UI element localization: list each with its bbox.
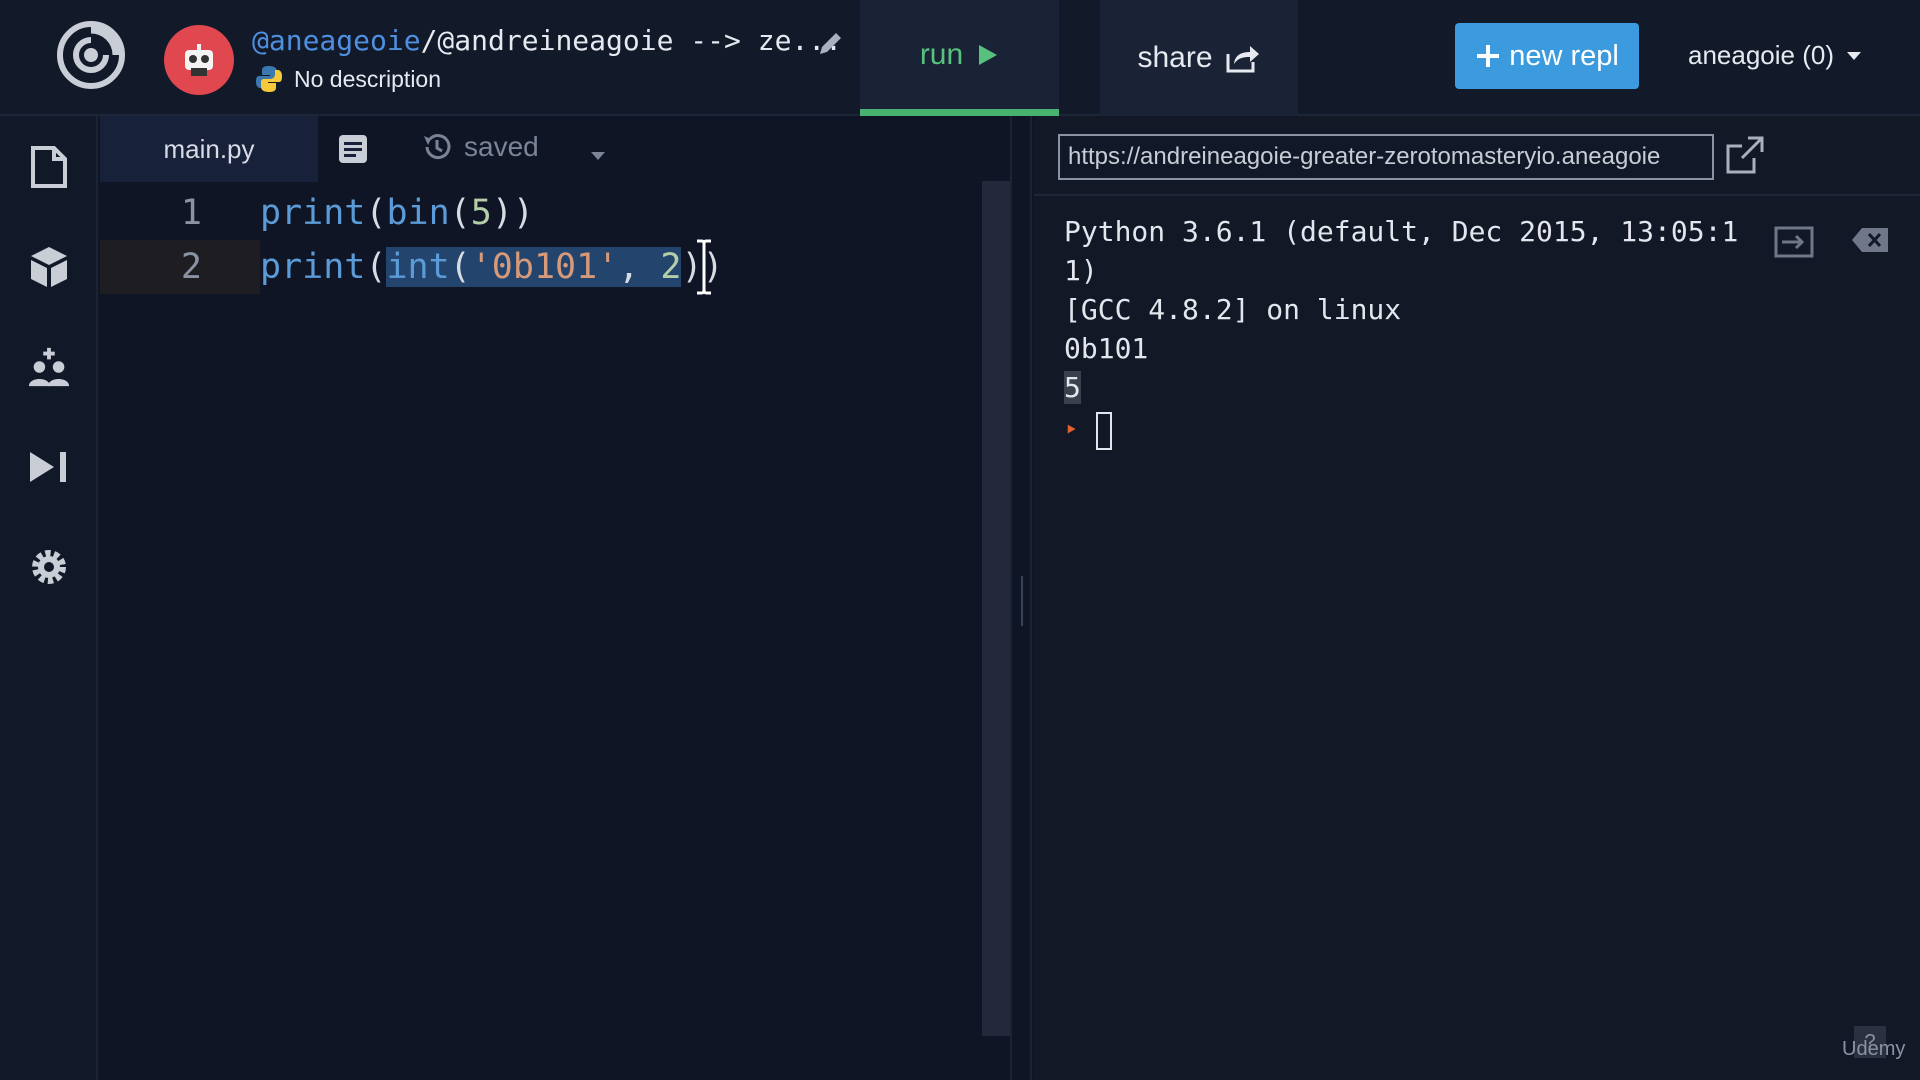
pane-divider[interactable] <box>1010 116 1032 1080</box>
console-line: 1) <box>1064 254 1098 287</box>
user-label: aneagoie (0) <box>1688 40 1834 70</box>
save-status: saved <box>420 130 539 164</box>
description[interactable]: No description <box>254 64 441 94</box>
console-line: 0b101 <box>1064 332 1149 365</box>
avatar[interactable] <box>164 25 234 95</box>
divider-handle[interactable] <box>1021 576 1023 626</box>
python-icon <box>256 66 282 92</box>
history-icon <box>424 134 451 160</box>
clear-console-icon[interactable] <box>1850 226 1890 263</box>
console-separator <box>1034 194 1920 196</box>
console-line: 5 <box>1064 371 1081 404</box>
input-cursor[interactable] <box>1096 411 1113 450</box>
run-label: run <box>919 37 964 71</box>
play-icon <box>979 44 998 65</box>
code-line-2[interactable]: 2 print(int('0b101', 2)) <box>100 237 980 297</box>
console-tools <box>1774 226 1890 263</box>
sidebar <box>0 116 98 1080</box>
notes-icon[interactable] <box>336 132 370 166</box>
line-number: 2 <box>180 247 202 287</box>
multiplayer-icon[interactable] <box>26 344 72 390</box>
debugger-icon[interactable] <box>26 444 72 490</box>
share-label: share <box>1137 41 1213 74</box>
repl-owner-link[interactable]: @aneageoie <box>252 24 421 57</box>
pencil-icon[interactable] <box>816 28 846 58</box>
plus-icon <box>1477 45 1500 67</box>
description-text: No description <box>294 65 442 92</box>
code-area[interactable]: 1 print(bin(5)) 2 print(int('0b101', 2)) <box>100 186 980 297</box>
file-tabs: main.py saved <box>100 116 1010 182</box>
code-line-text: print(int('0b101', 2)) <box>260 247 724 287</box>
robot-icon <box>185 44 213 76</box>
top-bar: @aneageoie/@andreineagoie --> ze... No d… <box>0 0 1920 116</box>
packages-icon[interactable] <box>26 244 72 290</box>
run-button[interactable]: run <box>860 0 1059 116</box>
repl-title[interactable]: @aneageoie/@andreineagoie --> ze... <box>252 24 842 57</box>
chevron-down-icon[interactable] <box>590 148 606 166</box>
repl-url[interactable]: https://andreineagoie-greater-zerotomast… <box>1058 134 1714 180</box>
console-line: [GCC 4.8.2] on linux <box>1064 293 1402 326</box>
prompt-arrow-icon: ‣ <box>1064 416 1079 444</box>
code-line-1[interactable]: 1 print(bin(5)) <box>100 186 980 240</box>
console-pane[interactable]: https://andreineagoie-greater-zerotomast… <box>1034 116 1920 1080</box>
chevron-down-icon <box>1847 51 1861 60</box>
editor-scrollbar[interactable] <box>982 181 1010 1036</box>
repl-logo-icon[interactable] <box>54 18 128 92</box>
code-line-text: print(bin(5)) <box>260 193 534 233</box>
user-menu[interactable]: aneagoie (0) <box>1688 40 1862 71</box>
open-in-new-tab-icon[interactable] <box>1724 134 1766 176</box>
watermark: Udemy <box>1842 1038 1906 1060</box>
new-repl-button[interactable]: new repl <box>1455 23 1639 89</box>
share-button[interactable]: share <box>1100 0 1298 116</box>
repl-path: /@andreineagoie --> ze... <box>420 24 843 57</box>
line-number: 1 <box>180 193 202 233</box>
save-status-text: saved <box>464 131 539 162</box>
share-icon <box>1226 46 1259 73</box>
new-repl-label: new repl <box>1509 39 1619 72</box>
tab-main-py[interactable]: main.py <box>100 116 318 182</box>
settings-icon[interactable] <box>26 544 72 590</box>
console-line: Python 3.6.1 (default, Dec 2015, 13:05:1 <box>1064 215 1739 248</box>
text-cursor-icon <box>694 237 714 297</box>
console-output: Python 3.6.1 (default, Dec 2015, 13:05:1… <box>1064 212 1784 450</box>
code-editor[interactable]: main.py saved 1 print(bin(5)) 2 print(in… <box>100 116 1010 1080</box>
files-icon[interactable] <box>26 144 72 190</box>
console-prompt[interactable]: ‣ <box>1064 411 1784 450</box>
